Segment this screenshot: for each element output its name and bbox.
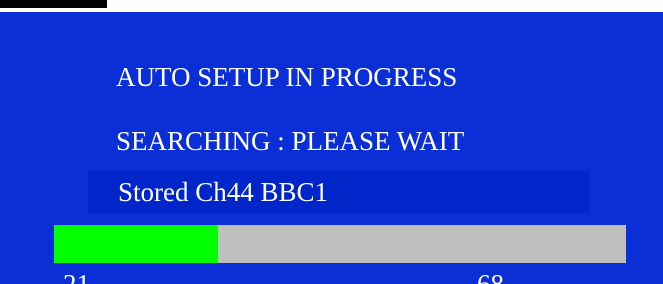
progress-bar bbox=[54, 225, 626, 263]
status-box: Stored Ch44 BBC1 bbox=[88, 171, 589, 213]
progress-fill bbox=[54, 225, 218, 263]
stored-channel-status: Stored Ch44 BBC1 bbox=[118, 177, 329, 207]
top-tab bbox=[0, 0, 107, 8]
progress-end-label: 68 bbox=[477, 269, 504, 284]
progress-start-label: 21 bbox=[63, 269, 90, 284]
setup-panel: AUTO SETUP IN PROGRESS SEARCHING : PLEAS… bbox=[0, 12, 663, 284]
setup-title: AUTO SETUP IN PROGRESS bbox=[116, 62, 458, 92]
auto-setup-screen: AUTO SETUP IN PROGRESS SEARCHING : PLEAS… bbox=[0, 0, 663, 284]
searching-message: SEARCHING : PLEASE WAIT bbox=[116, 126, 465, 156]
